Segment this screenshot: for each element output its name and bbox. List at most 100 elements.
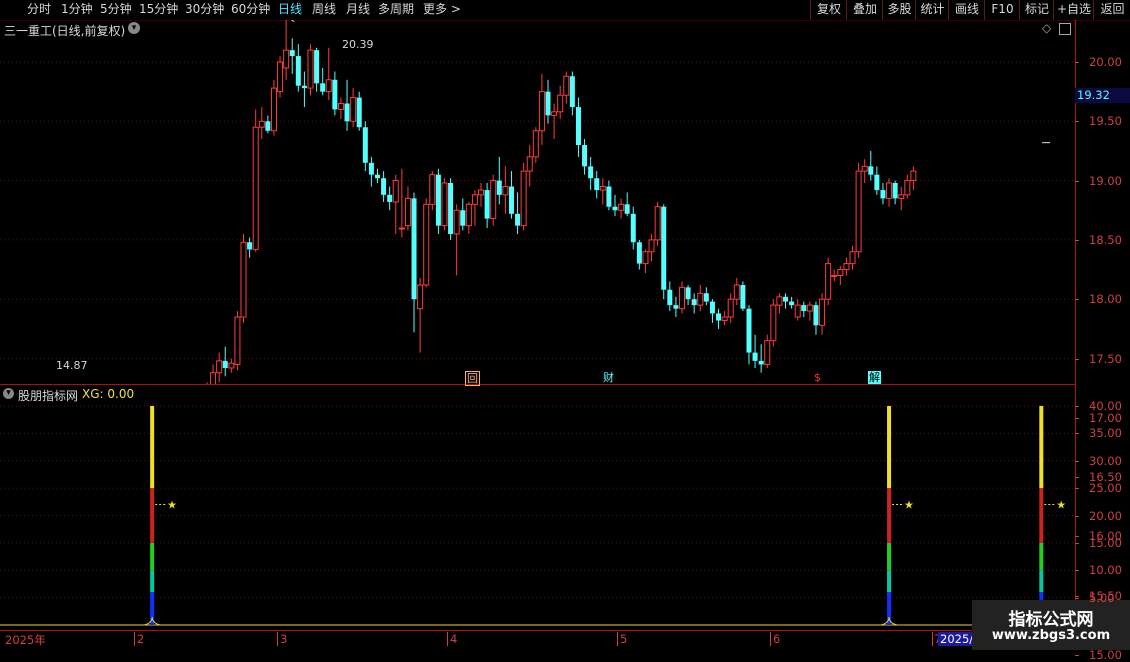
indicator-panel[interactable]: ★ ★ ★ ▾ 股朋指标网 XG: 0.00 xyxy=(0,385,1075,630)
candle-body xyxy=(258,120,265,128)
period-tab-more[interactable]: 更多 > xyxy=(423,0,461,20)
indicator-axis-label: 15.00 xyxy=(1089,535,1122,550)
period-tab-multi[interactable]: 多周期 xyxy=(378,0,414,20)
candle-body xyxy=(752,352,758,361)
candle-body xyxy=(423,203,430,286)
add-favorite-button[interactable]: +自选 xyxy=(1053,0,1094,20)
candlestick-chart xyxy=(0,20,1075,384)
indicator-axis-label: 20.00 xyxy=(1089,508,1122,523)
diamond-icon[interactable]: ◇ xyxy=(1042,21,1051,35)
candle-body xyxy=(776,296,783,306)
spike-segment xyxy=(150,406,155,489)
period-tab-daily[interactable]: 日线 xyxy=(278,0,302,20)
candle xyxy=(794,299,801,321)
candle-body xyxy=(648,239,655,253)
marker-hui[interactable]: 回 xyxy=(465,371,480,386)
candle-body xyxy=(697,292,704,306)
indicator-axis-label: 30.00 xyxy=(1089,453,1122,468)
candle xyxy=(314,47,320,92)
candle-body xyxy=(289,50,295,57)
period-tab-60min[interactable]: 60分钟 xyxy=(231,0,270,20)
price-axis-label: 17.50 xyxy=(1089,351,1122,366)
spike-segment xyxy=(1039,488,1044,543)
period-tab-weekly[interactable]: 周线 xyxy=(312,0,336,20)
period-tab-30min[interactable]: 30分钟 xyxy=(185,0,224,20)
axis-tick xyxy=(1075,299,1079,301)
candle-body xyxy=(538,91,545,132)
candle-body xyxy=(490,180,497,220)
candle xyxy=(252,109,259,252)
marker-dividend[interactable]: $ xyxy=(811,371,824,384)
candle-body xyxy=(740,284,746,309)
candle xyxy=(337,97,344,119)
candle xyxy=(697,284,704,312)
candle xyxy=(630,206,636,250)
axis-tick xyxy=(1075,515,1079,517)
candle-body xyxy=(240,241,247,318)
candle-body xyxy=(770,304,777,342)
candle-body xyxy=(630,213,636,243)
candle-body xyxy=(234,316,241,365)
period-tab-15min[interactable]: 15分钟 xyxy=(139,0,178,20)
candle xyxy=(594,171,600,199)
draw-line-button[interactable]: 画线 xyxy=(948,0,985,20)
candle-body xyxy=(599,186,606,191)
candle-body xyxy=(222,360,228,368)
candle-body xyxy=(356,97,362,128)
spike-segment xyxy=(150,488,155,543)
price-chart-panel[interactable]: 三一重工(日线,前复权) ▾ ◇ 20.39 14.87 回 财 $ 解 xyxy=(0,20,1075,386)
candle-body xyxy=(398,227,405,230)
period-tab-fenshi[interactable]: 分时 xyxy=(27,0,51,20)
f10-button[interactable]: F10 xyxy=(984,0,1020,20)
candle xyxy=(678,281,685,314)
axis-tick xyxy=(1075,180,1079,182)
panel-toggle-icon[interactable] xyxy=(1059,23,1071,35)
candle-body xyxy=(417,284,424,310)
period-tab-monthly[interactable]: 月线 xyxy=(346,0,370,20)
chevron-down-icon[interactable]: ▾ xyxy=(3,388,14,399)
candle-body xyxy=(667,289,673,306)
mark-button[interactable]: 标记 xyxy=(1019,0,1054,20)
axis-tick xyxy=(1075,542,1079,544)
indicator-axis-label: 5.00 xyxy=(1089,590,1115,605)
spike-segment xyxy=(887,542,892,571)
indicator-name: 股朋指标网 xyxy=(18,389,79,403)
overlay-button[interactable]: 叠加 xyxy=(846,0,883,20)
candle-body xyxy=(825,263,832,300)
candle xyxy=(654,201,661,246)
candle xyxy=(283,20,290,80)
candle xyxy=(673,296,679,317)
axis-tick xyxy=(1075,433,1079,435)
candle-body xyxy=(387,194,393,202)
candle xyxy=(435,168,441,234)
marker-cai[interactable]: 财 xyxy=(602,371,615,384)
multi-stock-button[interactable]: 多股 xyxy=(882,0,916,20)
candle xyxy=(661,204,667,300)
candle xyxy=(716,308,722,329)
date-label: 5 xyxy=(617,632,627,646)
fuquan-button[interactable]: 复权 xyxy=(810,0,847,20)
candle-body xyxy=(801,305,807,312)
candle xyxy=(368,156,374,187)
candle-body xyxy=(575,107,581,146)
marker-jie[interactable]: 解 xyxy=(868,371,881,384)
statistics-button[interactable]: 统计 xyxy=(915,0,949,20)
candle-body xyxy=(520,170,527,227)
candle xyxy=(417,277,424,353)
high-price-label: 20.39 xyxy=(342,38,374,51)
candle-body xyxy=(295,56,301,86)
candle xyxy=(776,293,783,314)
back-button[interactable]: 返回 xyxy=(1093,0,1130,20)
candle xyxy=(222,346,228,377)
period-tab-5min[interactable]: 5分钟 xyxy=(100,0,132,20)
candle xyxy=(210,364,217,384)
candle xyxy=(813,301,819,335)
candle xyxy=(789,296,795,309)
candle-body xyxy=(247,242,253,250)
candle xyxy=(374,168,380,183)
candle xyxy=(886,178,893,207)
price-axis-label: 20.00 xyxy=(1089,55,1122,69)
chevron-down-icon[interactable]: ▾ xyxy=(128,22,140,34)
low-price-label: 14.87 xyxy=(56,359,88,372)
period-tab-1min[interactable]: 1分钟 xyxy=(61,0,93,20)
